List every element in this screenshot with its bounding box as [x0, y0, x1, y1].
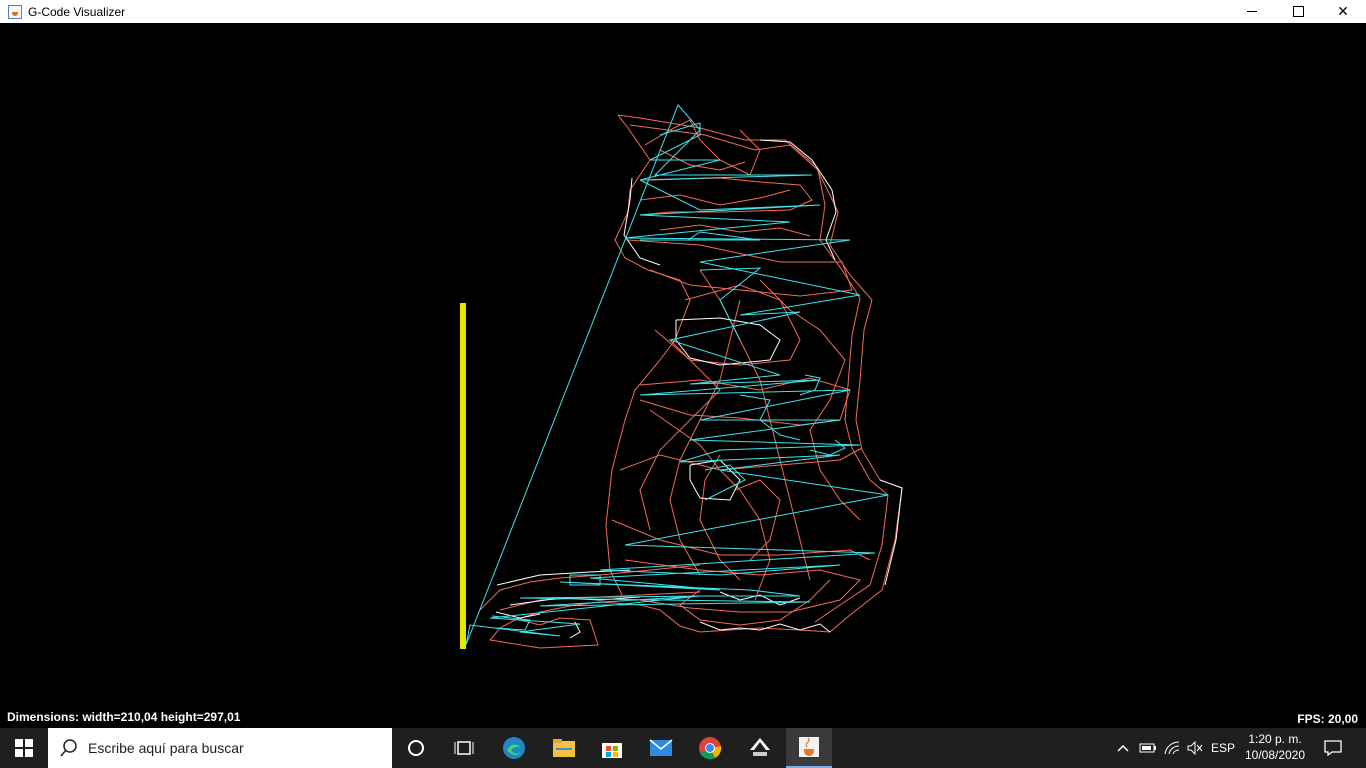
battery-icon [1139, 743, 1156, 753]
mail-button[interactable] [636, 728, 686, 768]
clock[interactable]: 1:20 p. m. 10/08/2020 [1236, 731, 1314, 763]
detail-paths [495, 139, 903, 639]
clock-date: 10/08/2020 [1244, 748, 1306, 762]
close-button[interactable]: ✕ [1320, 0, 1366, 23]
speaker-muted-icon [1187, 741, 1203, 755]
chrome-icon [699, 737, 722, 760]
file-explorer-button[interactable] [540, 728, 588, 768]
window-title: G-Code Visualizer [28, 4, 126, 19]
cortana-icon [408, 740, 424, 756]
travel-moves [465, 104, 889, 646]
maximize-button[interactable] [1275, 0, 1321, 23]
mail-icon [649, 739, 673, 756]
battery-button[interactable] [1136, 728, 1160, 768]
inkscape-icon [750, 738, 770, 756]
edge-icon [503, 737, 525, 759]
paper-edge-line [460, 303, 466, 649]
chevron-up-icon [1117, 744, 1129, 752]
task-view-icon [454, 741, 474, 755]
java-taskbar-button[interactable] [786, 728, 832, 768]
wifi-icon [1164, 741, 1180, 755]
toolpath-drawing [460, 104, 903, 649]
language-indicator[interactable]: ESP [1208, 728, 1238, 768]
clock-time: 1:20 p. m. [1248, 732, 1302, 746]
minimize-icon [1247, 11, 1257, 12]
dimensions-label: Dimensions: width=210,04 height=297,01 [7, 710, 241, 724]
windows-start-icon [15, 739, 33, 757]
store-button[interactable] [588, 728, 636, 768]
close-icon: ✕ [1337, 3, 1349, 19]
search-box[interactable]: Escribe aquí para buscar [48, 728, 392, 768]
gcode-canvas[interactable] [0, 23, 1366, 728]
show-hidden-icons-button[interactable] [1112, 728, 1134, 768]
maximize-icon [1292, 6, 1304, 17]
network-button[interactable] [1160, 728, 1184, 768]
notification-button[interactable] [1318, 728, 1348, 768]
search-icon [60, 739, 77, 757]
file-explorer-icon [553, 739, 575, 757]
search-placeholder: Escribe aquí para buscar [88, 740, 244, 756]
title-bar: G-Code Visualizer ✕ [0, 0, 1366, 23]
task-view-button[interactable] [440, 728, 488, 768]
chrome-button[interactable] [686, 728, 734, 768]
edge-button[interactable] [490, 728, 538, 768]
java-app-icon [8, 4, 22, 19]
minimize-button[interactable] [1229, 0, 1275, 23]
cut-outline-paths [479, 114, 903, 649]
volume-button[interactable] [1184, 728, 1206, 768]
java-taskbar-icon [799, 737, 819, 757]
notification-icon [1324, 740, 1342, 756]
fps-label: FPS: 20,00 [1297, 712, 1358, 726]
cortana-button[interactable] [392, 728, 440, 768]
start-button[interactable] [0, 728, 48, 768]
taskbar: Escribe aquí para buscar ESP 1:20 p. m. … [0, 728, 1366, 768]
inkscape-button[interactable] [736, 728, 784, 768]
store-icon [602, 743, 622, 758]
